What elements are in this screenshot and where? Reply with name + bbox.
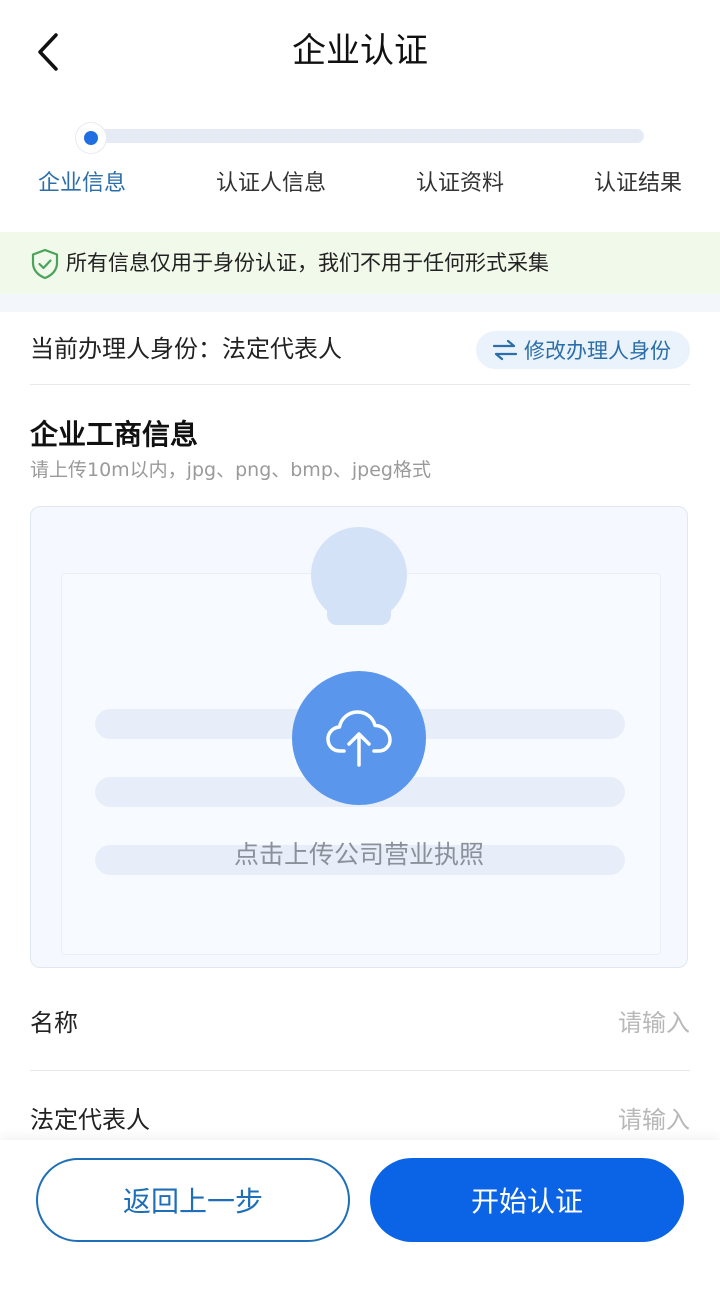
step-progress-track: [80, 129, 644, 143]
page-title: 企业认证: [292, 31, 428, 71]
seal-placeholder-base: [327, 603, 391, 625]
change-handler-identity-label: 修改办理人身份: [524, 339, 671, 363]
swap-arrows-icon: [492, 339, 518, 361]
step-certification-result: 认证结果: [594, 171, 683, 196]
step-progress-dot: [84, 131, 98, 145]
legal-representative-input[interactable]: [420, 1102, 690, 1138]
step-certifier-info: 认证人信息: [216, 171, 327, 196]
privacy-notice-text: 所有信息仅用于身份认证，我们不用于任何形式采集: [66, 251, 549, 275]
divider: [30, 1070, 690, 1071]
change-handler-identity-button[interactable]: 修改办理人身份: [476, 331, 690, 369]
step-company-info: 企业信息: [38, 171, 127, 196]
section-title: 企业工商信息: [30, 418, 199, 451]
start-certification-button[interactable]: 开始认证: [370, 1158, 684, 1242]
current-handler-identity: 当前办理人身份：法定代表人: [30, 335, 342, 363]
shield-check-icon: [31, 248, 59, 280]
divider: [30, 384, 690, 385]
business-license-upload-area[interactable]: 点击上传公司营业执照: [30, 506, 688, 968]
cloud-upload-icon: [326, 710, 392, 767]
upload-button[interactable]: [292, 671, 426, 805]
name-field-label: 名称: [30, 1009, 78, 1037]
back-step-button[interactable]: 返回上一步: [36, 1158, 350, 1242]
section-separator: [0, 294, 720, 312]
name-input[interactable]: [420, 1005, 690, 1041]
legal-representative-field-label: 法定代表人: [30, 1106, 150, 1134]
upload-caption: 点击上传公司营业执照: [233, 840, 484, 869]
upload-format-hint: 请上传10m以内，jpg、png、bmp、jpeg格式: [30, 459, 431, 481]
step-certification-materials: 认证资料: [416, 171, 505, 196]
